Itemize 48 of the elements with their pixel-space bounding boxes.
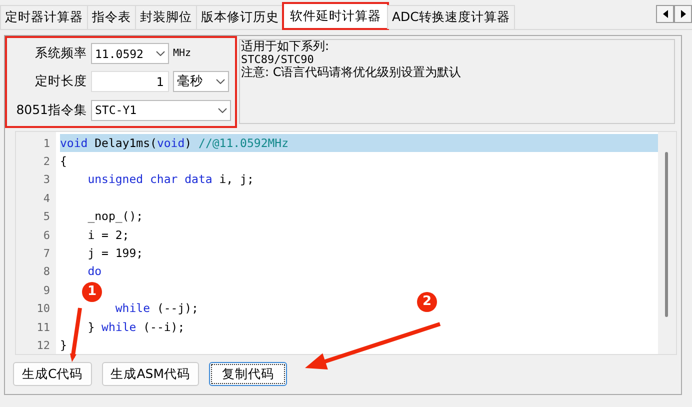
code-line: } bbox=[60, 338, 67, 353]
line-number: 9 bbox=[42, 284, 51, 297]
line-number: 2 bbox=[42, 155, 51, 168]
dropdown[interactable]: 11.0592 bbox=[91, 43, 169, 64]
scroll-left-button[interactable] bbox=[656, 5, 674, 23]
field-label: 8051指令集 bbox=[15, 102, 87, 119]
code-line: i = 2; bbox=[86, 228, 130, 243]
line-number: 4 bbox=[42, 192, 51, 205]
line-number: 8 bbox=[42, 265, 51, 278]
chevron-down-icon bbox=[218, 108, 227, 113]
arrow bbox=[70, 308, 82, 362]
line-number: 1 bbox=[42, 136, 51, 150]
info-text: 注意: C语言代码请将优化级别设置为默认 bbox=[241, 66, 462, 79]
tab[interactable]: ADC转换速度计算器 bbox=[387, 5, 515, 29]
tab[interactable]: 定时器计算器 bbox=[0, 5, 88, 29]
dropdown[interactable]: 毫秒 bbox=[173, 71, 229, 92]
scrollbar[interactable] bbox=[658, 132, 676, 354]
tab[interactable]: 软件延时计算器 bbox=[283, 3, 388, 29]
code-line: void Delay1ms(void) //@11.0592MHz bbox=[60, 136, 289, 151]
chevron-down-icon bbox=[216, 79, 225, 84]
code-line: { bbox=[60, 154, 67, 170]
code-line: j = 199; bbox=[86, 246, 144, 262]
code-line: } while (--i); bbox=[86, 320, 185, 335]
left-triangle-icon bbox=[662, 10, 668, 18]
input-field[interactable]: 1 bbox=[91, 71, 169, 92]
info-text: 适用于如下系列: bbox=[241, 40, 330, 53]
line-number: 12 bbox=[36, 338, 51, 352]
code-line: do bbox=[86, 264, 102, 280]
info-text: STC89/STC90 bbox=[241, 53, 315, 66]
code-line: _nop_(); bbox=[86, 209, 144, 224]
button[interactable]: 生成C代码 bbox=[13, 362, 92, 386]
field-label: 系统频率 bbox=[34, 45, 87, 62]
line-number: 3 bbox=[42, 173, 51, 186]
line-number: 6 bbox=[42, 228, 51, 242]
scroll-right-button[interactable] bbox=[674, 5, 692, 23]
code-line: unsigned char data i, j; bbox=[86, 172, 254, 188]
button[interactable]: 生成ASM代码 bbox=[102, 362, 200, 386]
line-number: 5 bbox=[42, 210, 51, 224]
field-label: 定时长度 bbox=[34, 73, 87, 90]
button[interactable]: 复制代码 bbox=[209, 362, 288, 386]
line-number: 7 bbox=[42, 247, 51, 260]
unit-label: MHz bbox=[173, 48, 192, 60]
line-number: 11 bbox=[36, 320, 51, 334]
code-line: while (--j); bbox=[114, 301, 198, 316]
chevron-down-icon bbox=[156, 51, 165, 56]
right-triangle-icon bbox=[680, 10, 686, 18]
dropdown[interactable]: STC-Y1 bbox=[91, 100, 231, 121]
line-number: 10 bbox=[36, 302, 51, 316]
